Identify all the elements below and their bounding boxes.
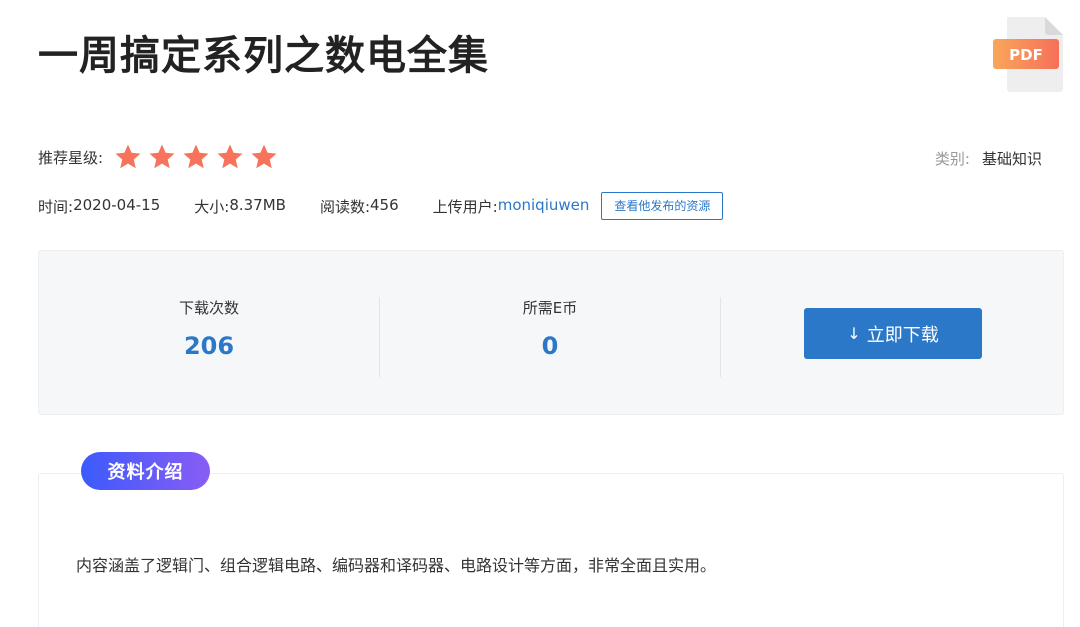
intro-text: 内容涵盖了逻辑门、组合逻辑电路、编码器和译码器、电路设计等方面，非常全面且实用。 [76, 556, 717, 575]
meta-row: 时间: 2020-04-15 大小: 8.37MB 阅读数: 456 上传用户:… [38, 192, 724, 220]
page-title: 一周搞定系列之数电全集 [38, 33, 489, 79]
reads-label: 阅读数: [319, 197, 371, 216]
download-button-label: 立即下载 [866, 324, 939, 346]
star-icon [251, 144, 277, 169]
uploader-link[interactable]: moniqiuwen [498, 196, 590, 217]
reads-value: 456 [370, 195, 399, 214]
downloads-value: 206 [183, 332, 235, 360]
star-icon [149, 144, 175, 169]
meta-size: 大小: 8.37MB [194, 196, 286, 217]
star-icon [217, 144, 243, 169]
intro-panel [38, 473, 1064, 627]
arrow-down-icon: ↓ [847, 324, 861, 343]
category-value: 基础知识 [981, 150, 1042, 168]
stats-panel: 下载次数 206 所需E币 0 ↓ 立即下载 [38, 250, 1064, 415]
stats-divider [720, 297, 721, 377]
time-label: 时间: [38, 197, 74, 216]
category: 类别: 基础知识 [935, 148, 1042, 169]
cost-stat: 所需E币 0 [380, 297, 720, 360]
time-value: 2020-04-15 [73, 195, 161, 214]
pdf-file-icon: PDF [993, 15, 1065, 93]
rating-stars [113, 142, 279, 172]
download-now-button[interactable]: ↓ 立即下载 [804, 308, 982, 359]
intro-tag: 资料介绍 [81, 452, 210, 490]
uploader-label: 上传用户: [432, 197, 498, 216]
rating-label: 推荐星级: [38, 148, 104, 167]
size-value: 8.37MB [229, 195, 286, 214]
rating-row: 推荐星级: [38, 142, 279, 172]
cost-value: 0 [541, 332, 559, 360]
meta-time: 时间: 2020-04-15 [38, 196, 160, 217]
downloads-stat: 下载次数 206 [39, 297, 379, 360]
star-icon [183, 144, 209, 169]
pdf-label: PDF [1009, 46, 1043, 64]
view-uploader-resources-button[interactable]: 查看他发布的资源 [601, 192, 724, 220]
page: 一周搞定系列之数电全集 PDF 推荐星级: 类别: 基础知识 时间: 2020-… [0, 0, 1080, 627]
category-label: 类别: [934, 150, 970, 168]
size-label: 大小: [194, 197, 230, 216]
star-icon [115, 144, 141, 169]
meta-uploader: 上传用户: moniqiuwen [433, 196, 590, 217]
downloads-label: 下载次数 [178, 299, 239, 317]
cost-label: 所需E币 [522, 299, 578, 317]
meta-reads: 阅读数: 456 [320, 196, 399, 217]
